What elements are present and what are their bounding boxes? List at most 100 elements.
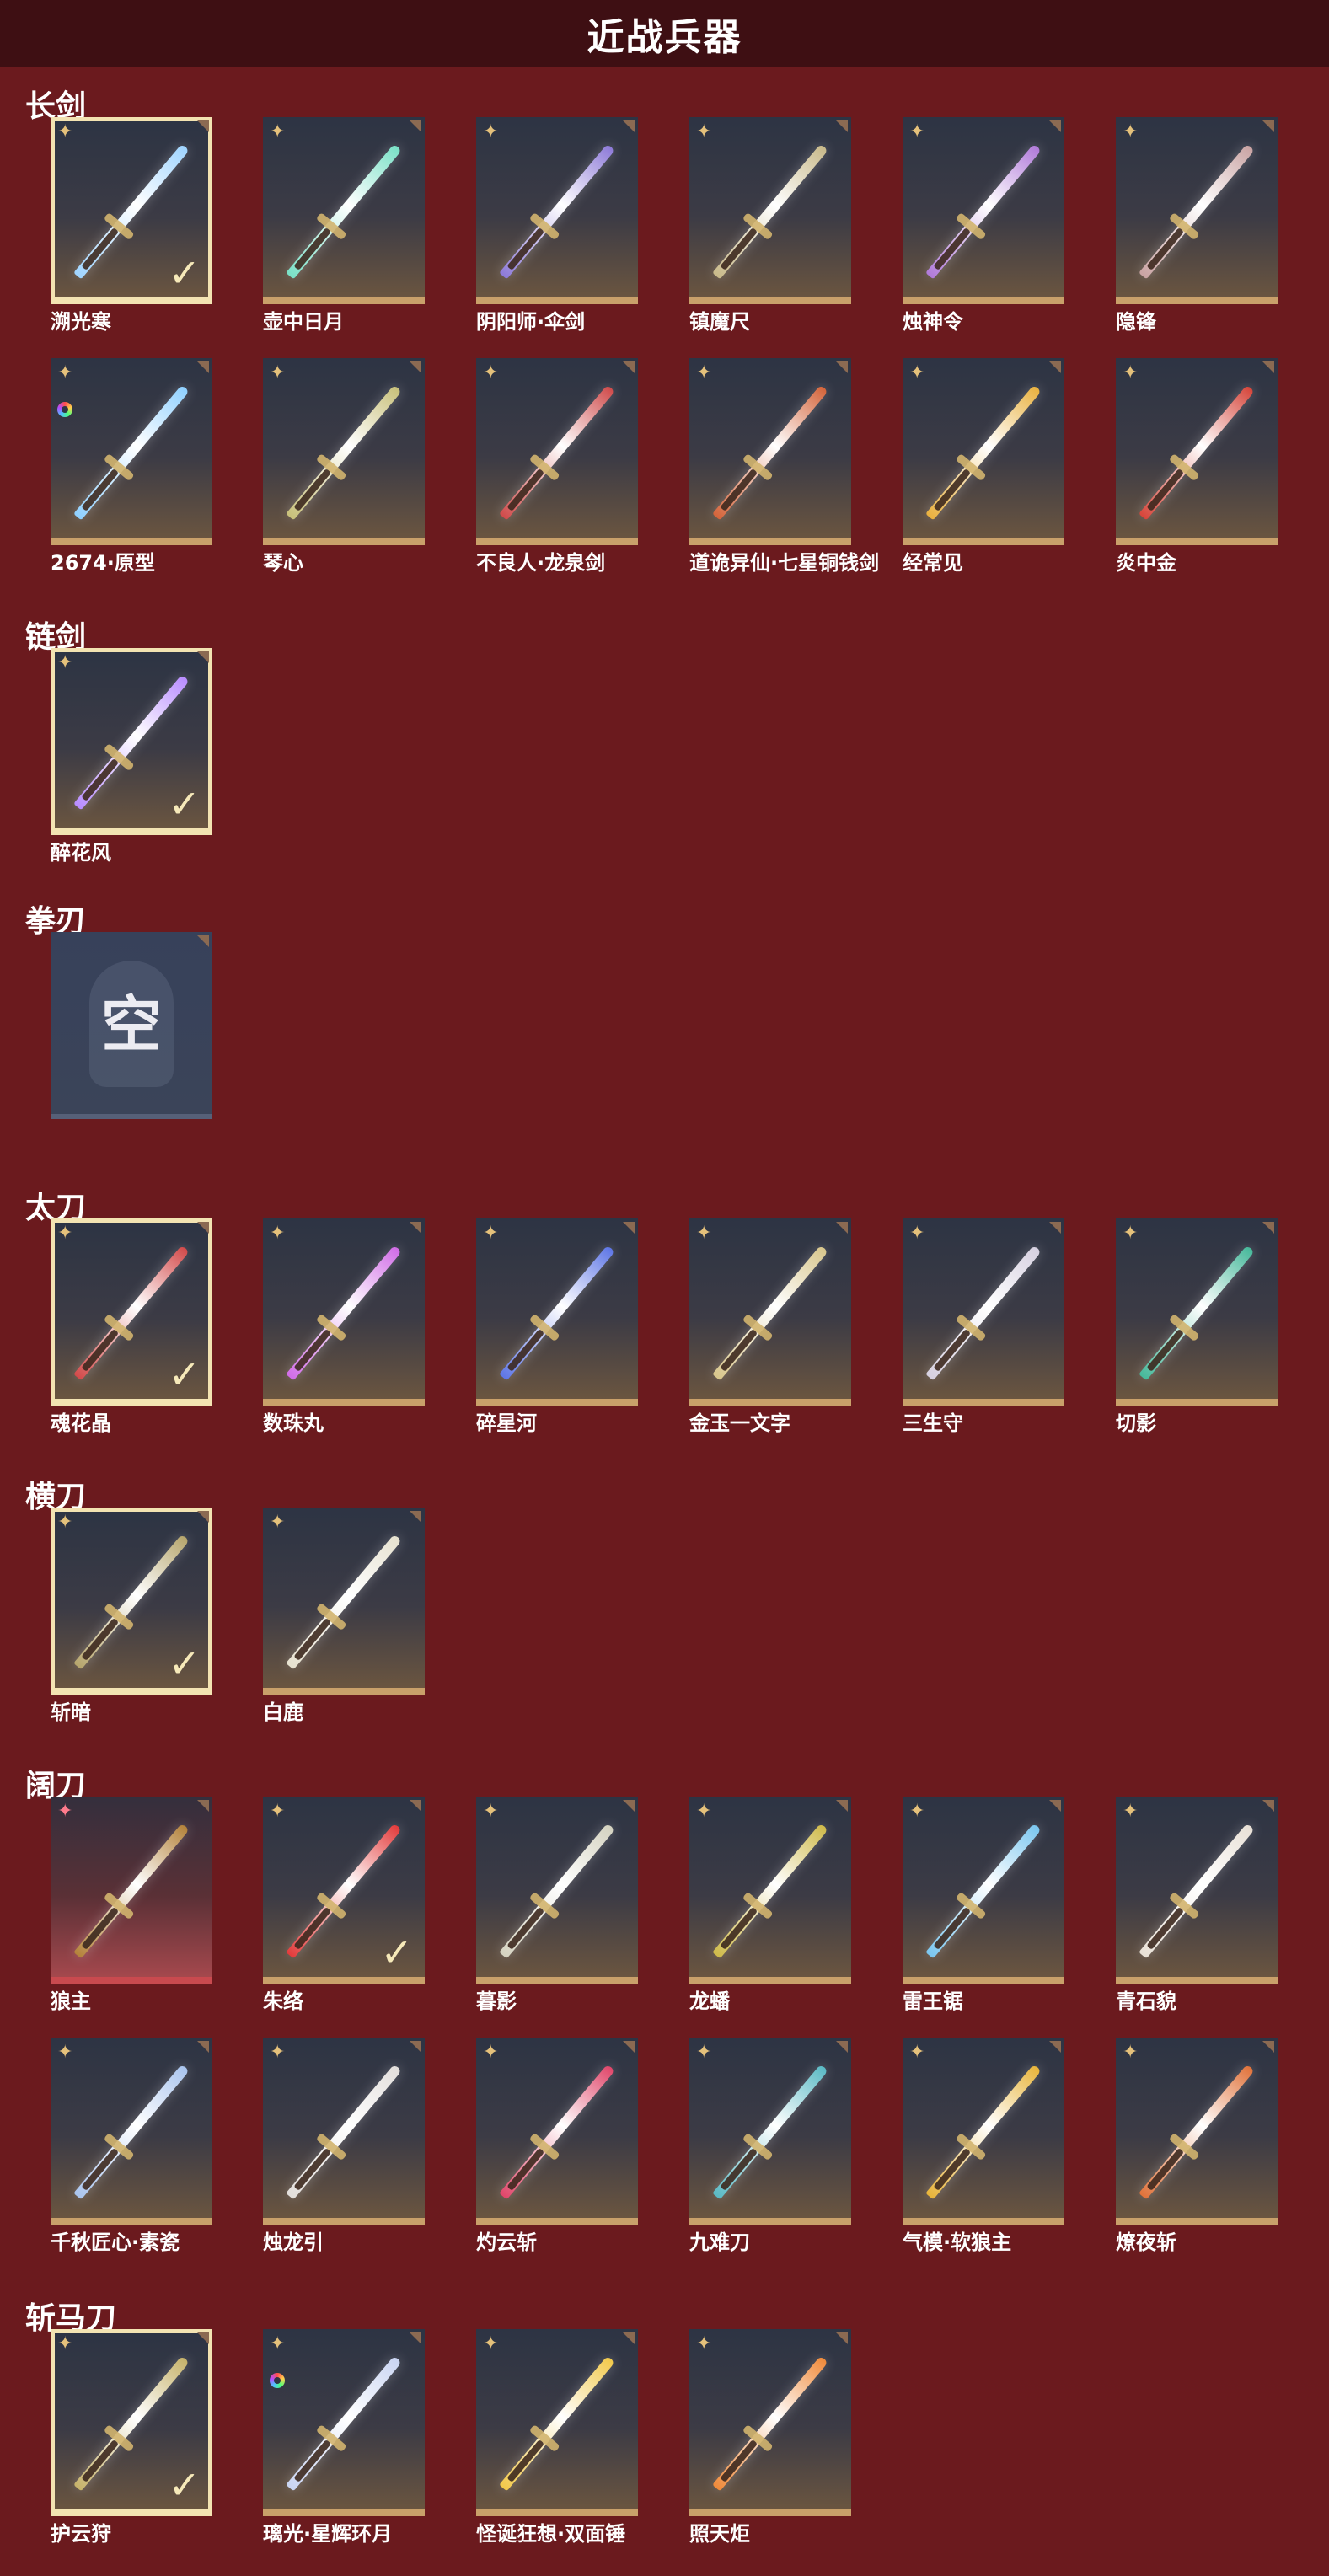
weapon-card[interactable]: ✦ [263,117,425,304]
weapon-name: 切影 [1116,1411,1156,1435]
weapon-card[interactable]: ✦ ✓ [51,1508,212,1695]
weapon-name: 琴心 [263,551,303,575]
weapon-card[interactable]: ✦ [263,2038,425,2225]
corner-marker-icon [1049,361,1061,373]
weapon-name: 燎夜斩 [1116,2231,1176,2254]
corner-marker-icon [410,2332,421,2344]
corner-marker-icon [836,120,848,132]
weapon-name: 经常见 [903,551,963,575]
rarity-star-icon: ✦ [696,2042,712,2063]
corner-marker-icon [197,1222,209,1234]
weapon-card[interactable]: ✦ [689,2038,851,2225]
corner-marker-icon [623,2041,635,2053]
weapon-card[interactable]: ✦ ✓ [51,648,212,835]
corner-marker-icon [197,2041,209,2053]
corner-marker-icon [410,1511,421,1523]
weapon-name: 白鹿 [263,1700,303,1724]
weapon-card[interactable]: ✦ [51,358,212,545]
rarity-star-icon: ✦ [696,1801,712,1822]
weapon-card[interactable]: ✦ [476,358,638,545]
weapon-card[interactable]: ✦ [51,1797,212,1984]
weapon-card[interactable]: ✦ [1116,358,1278,545]
rarity-star-icon: ✦ [483,362,499,383]
weapon-card[interactable]: ✦ [903,117,1064,304]
weapon-card[interactable]: ✦ [1116,117,1278,304]
corner-marker-icon [197,361,209,373]
rarity-star-icon: ✦ [909,1801,925,1822]
rarity-star-icon: ✦ [270,121,286,142]
weapon-card[interactable]: ✦ [263,358,425,545]
weapon-name: 三生守 [903,1411,963,1435]
weapon-card[interactable]: ✦ [903,358,1064,545]
corner-marker-icon [410,120,421,132]
weapon-name: 千秋匠心·素瓷 [51,2231,180,2254]
weapon-name: 炎中金 [1116,551,1176,575]
weapon-card[interactable]: ✦ ✓ [51,1218,212,1406]
corner-marker-icon [623,120,635,132]
empty-weapon-slot[interactable]: 空 [51,932,212,1119]
weapon-card[interactable]: ✦ ✓ [263,1797,425,1984]
weapon-card[interactable]: ✦ [689,1797,851,1984]
weapon-name: 龙蟠 [689,1990,730,2013]
weapon-name: 阴阳师·伞剑 [476,310,586,334]
corner-marker-icon [623,2332,635,2344]
weapon-card[interactable]: ✦ [903,1218,1064,1406]
weapon-card[interactable]: ✦ [263,1508,425,1695]
rarity-star-icon: ✦ [909,362,925,383]
corner-marker-icon [410,2041,421,2053]
corner-marker-icon [1262,120,1274,132]
weapon-name: 镇魔尺 [689,310,750,334]
weapon-card[interactable]: ✦ [476,2329,638,2516]
weapon-name: 2674·原型 [51,551,155,575]
weapon-card[interactable]: ✦ ✓ [51,2329,212,2516]
rarity-star-icon: ✦ [270,2333,286,2354]
weapon-card[interactable]: ✦ [263,2329,425,2516]
rarity-star-icon: ✦ [696,362,712,383]
weapon-card[interactable]: ✦ [476,1797,638,1984]
rarity-star-icon: ✦ [483,121,499,142]
corner-marker-icon [1049,1222,1061,1234]
rarity-star-icon: ✦ [57,2333,73,2354]
weapon-name: 护云狩 [51,2522,111,2546]
weapon-card[interactable]: ✦ [689,1218,851,1406]
weapon-name: 气模·软狼主 [903,2231,1012,2254]
weapon-card[interactable]: ✦ [903,2038,1064,2225]
rarity-star-icon: ✦ [483,2042,499,2063]
weapon-name: 醉花风 [51,841,111,865]
rarity-star-icon: ✦ [57,1512,73,1533]
rarity-star-icon: ✦ [1123,2042,1139,2063]
corner-marker-icon [836,2041,848,2053]
weapon-card[interactable]: ✦ [689,358,851,545]
weapon-card[interactable]: ✦ [1116,1797,1278,1984]
weapon-card[interactable]: ✦ [1116,2038,1278,2225]
corner-marker-icon [197,1800,209,1812]
rarity-star-icon: ✦ [696,121,712,142]
rarity-star-icon: ✦ [1123,362,1139,383]
corner-marker-icon [410,1222,421,1234]
rarity-star-icon: ✦ [1123,1223,1139,1244]
rarity-star-icon: ✦ [1123,121,1139,142]
weapon-card[interactable]: ✦ ✓ [51,117,212,304]
corner-marker-icon [410,361,421,373]
weapon-card[interactable]: ✦ [51,2038,212,2225]
weapon-card[interactable]: ✦ [476,2038,638,2225]
corner-marker-icon [623,1222,635,1234]
corner-marker-icon [836,2332,848,2344]
weapon-name: 数珠丸 [263,1411,324,1435]
weapon-card[interactable]: ✦ [476,1218,638,1406]
weapon-name: 隐锋 [1116,310,1156,334]
weapon-card[interactable]: ✦ [689,117,851,304]
weapon-name: 灼云斩 [476,2231,537,2254]
weapon-card[interactable]: ✦ [689,2329,851,2516]
rarity-star-icon: ✦ [57,652,73,673]
weapon-card[interactable]: ✦ [903,1797,1064,1984]
weapon-card[interactable]: ✦ [1116,1218,1278,1406]
corner-marker-icon [197,935,209,947]
checkmark-icon: ✓ [168,2462,201,2508]
checkmark-icon: ✓ [168,781,201,827]
rarity-star-icon: ✦ [483,2333,499,2354]
rarity-star-icon: ✦ [909,2042,925,2063]
weapon-card[interactable]: ✦ [263,1218,425,1406]
rarity-star-icon: ✦ [696,1223,712,1244]
weapon-card[interactable]: ✦ [476,117,638,304]
